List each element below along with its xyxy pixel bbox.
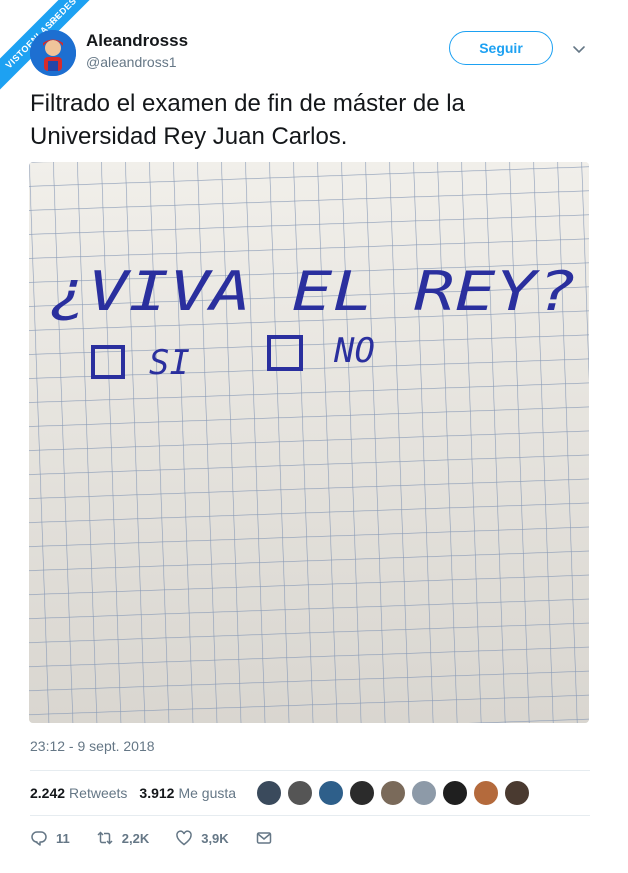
reply-count: 11 — [56, 830, 70, 846]
handwritten-option-no: NO — [333, 331, 375, 371]
avatar[interactable] — [30, 30, 76, 76]
message-icon — [256, 832, 271, 844]
likes-label[interactable]: Me gusta — [178, 785, 236, 801]
liker-avatar[interactable] — [411, 780, 437, 806]
tweet-photo[interactable]: ¿VIVA EL REY? SI NO — [29, 162, 589, 723]
reply-button[interactable]: 11 — [30, 829, 70, 847]
liker-avatar[interactable] — [349, 780, 375, 806]
like-button[interactable]: 3,9K — [175, 829, 229, 847]
message-button[interactable] — [255, 829, 273, 847]
liker-avatar[interactable] — [287, 780, 313, 806]
tweet-text-line2: Universidad Rey Juan Carlos. — [30, 123, 348, 150]
follow-button[interactable]: Seguir — [449, 31, 553, 65]
like-count: 3,9K — [201, 830, 229, 846]
divider — [30, 815, 590, 816]
retweet-button[interactable]: 2,2K — [96, 829, 149, 847]
tweet-stats: 2.242 Retweets 3.912 Me gusta — [30, 780, 248, 806]
handwritten-question: ¿VIVA EL REY? — [47, 260, 577, 323]
likes-count[interactable]: 3.912 — [139, 785, 174, 801]
reply-icon — [31, 831, 47, 846]
liker-avatar[interactable] — [504, 780, 530, 806]
handwritten-option-yes: SI — [149, 343, 190, 383]
retweets-count[interactable]: 2.242 — [30, 785, 65, 801]
like-icon — [176, 830, 192, 846]
divider — [30, 770, 590, 771]
user-handle[interactable]: @aleandross1 — [86, 54, 177, 70]
tweet-text-line1: Filtrado el examen de fin de máster de l… — [30, 90, 465, 117]
avatar-image — [30, 30, 76, 76]
retweet-count: 2,2K — [121, 830, 150, 846]
likers-avatars — [256, 780, 535, 806]
liker-avatar[interactable] — [473, 780, 499, 806]
liker-avatar[interactable] — [380, 780, 406, 806]
liker-avatar[interactable] — [442, 780, 468, 806]
retweet-icon — [97, 831, 113, 845]
liker-avatar[interactable] — [318, 780, 344, 806]
display-name[interactable]: Aleandrosss — [86, 31, 188, 51]
retweets-label[interactable]: Retweets — [69, 785, 127, 801]
tweet-actions: 11 2,2K 3,9K — [30, 827, 299, 849]
tweet-timestamp[interactable]: 23:12 - 9 sept. 2018 — [30, 738, 155, 754]
graph-paper-image: ¿VIVA EL REY? SI NO — [29, 162, 589, 723]
chevron-down-icon[interactable] — [570, 40, 588, 58]
liker-avatar[interactable] — [256, 780, 282, 806]
tweet-text: Filtrado el examen de fin de máster de l… — [30, 87, 590, 153]
